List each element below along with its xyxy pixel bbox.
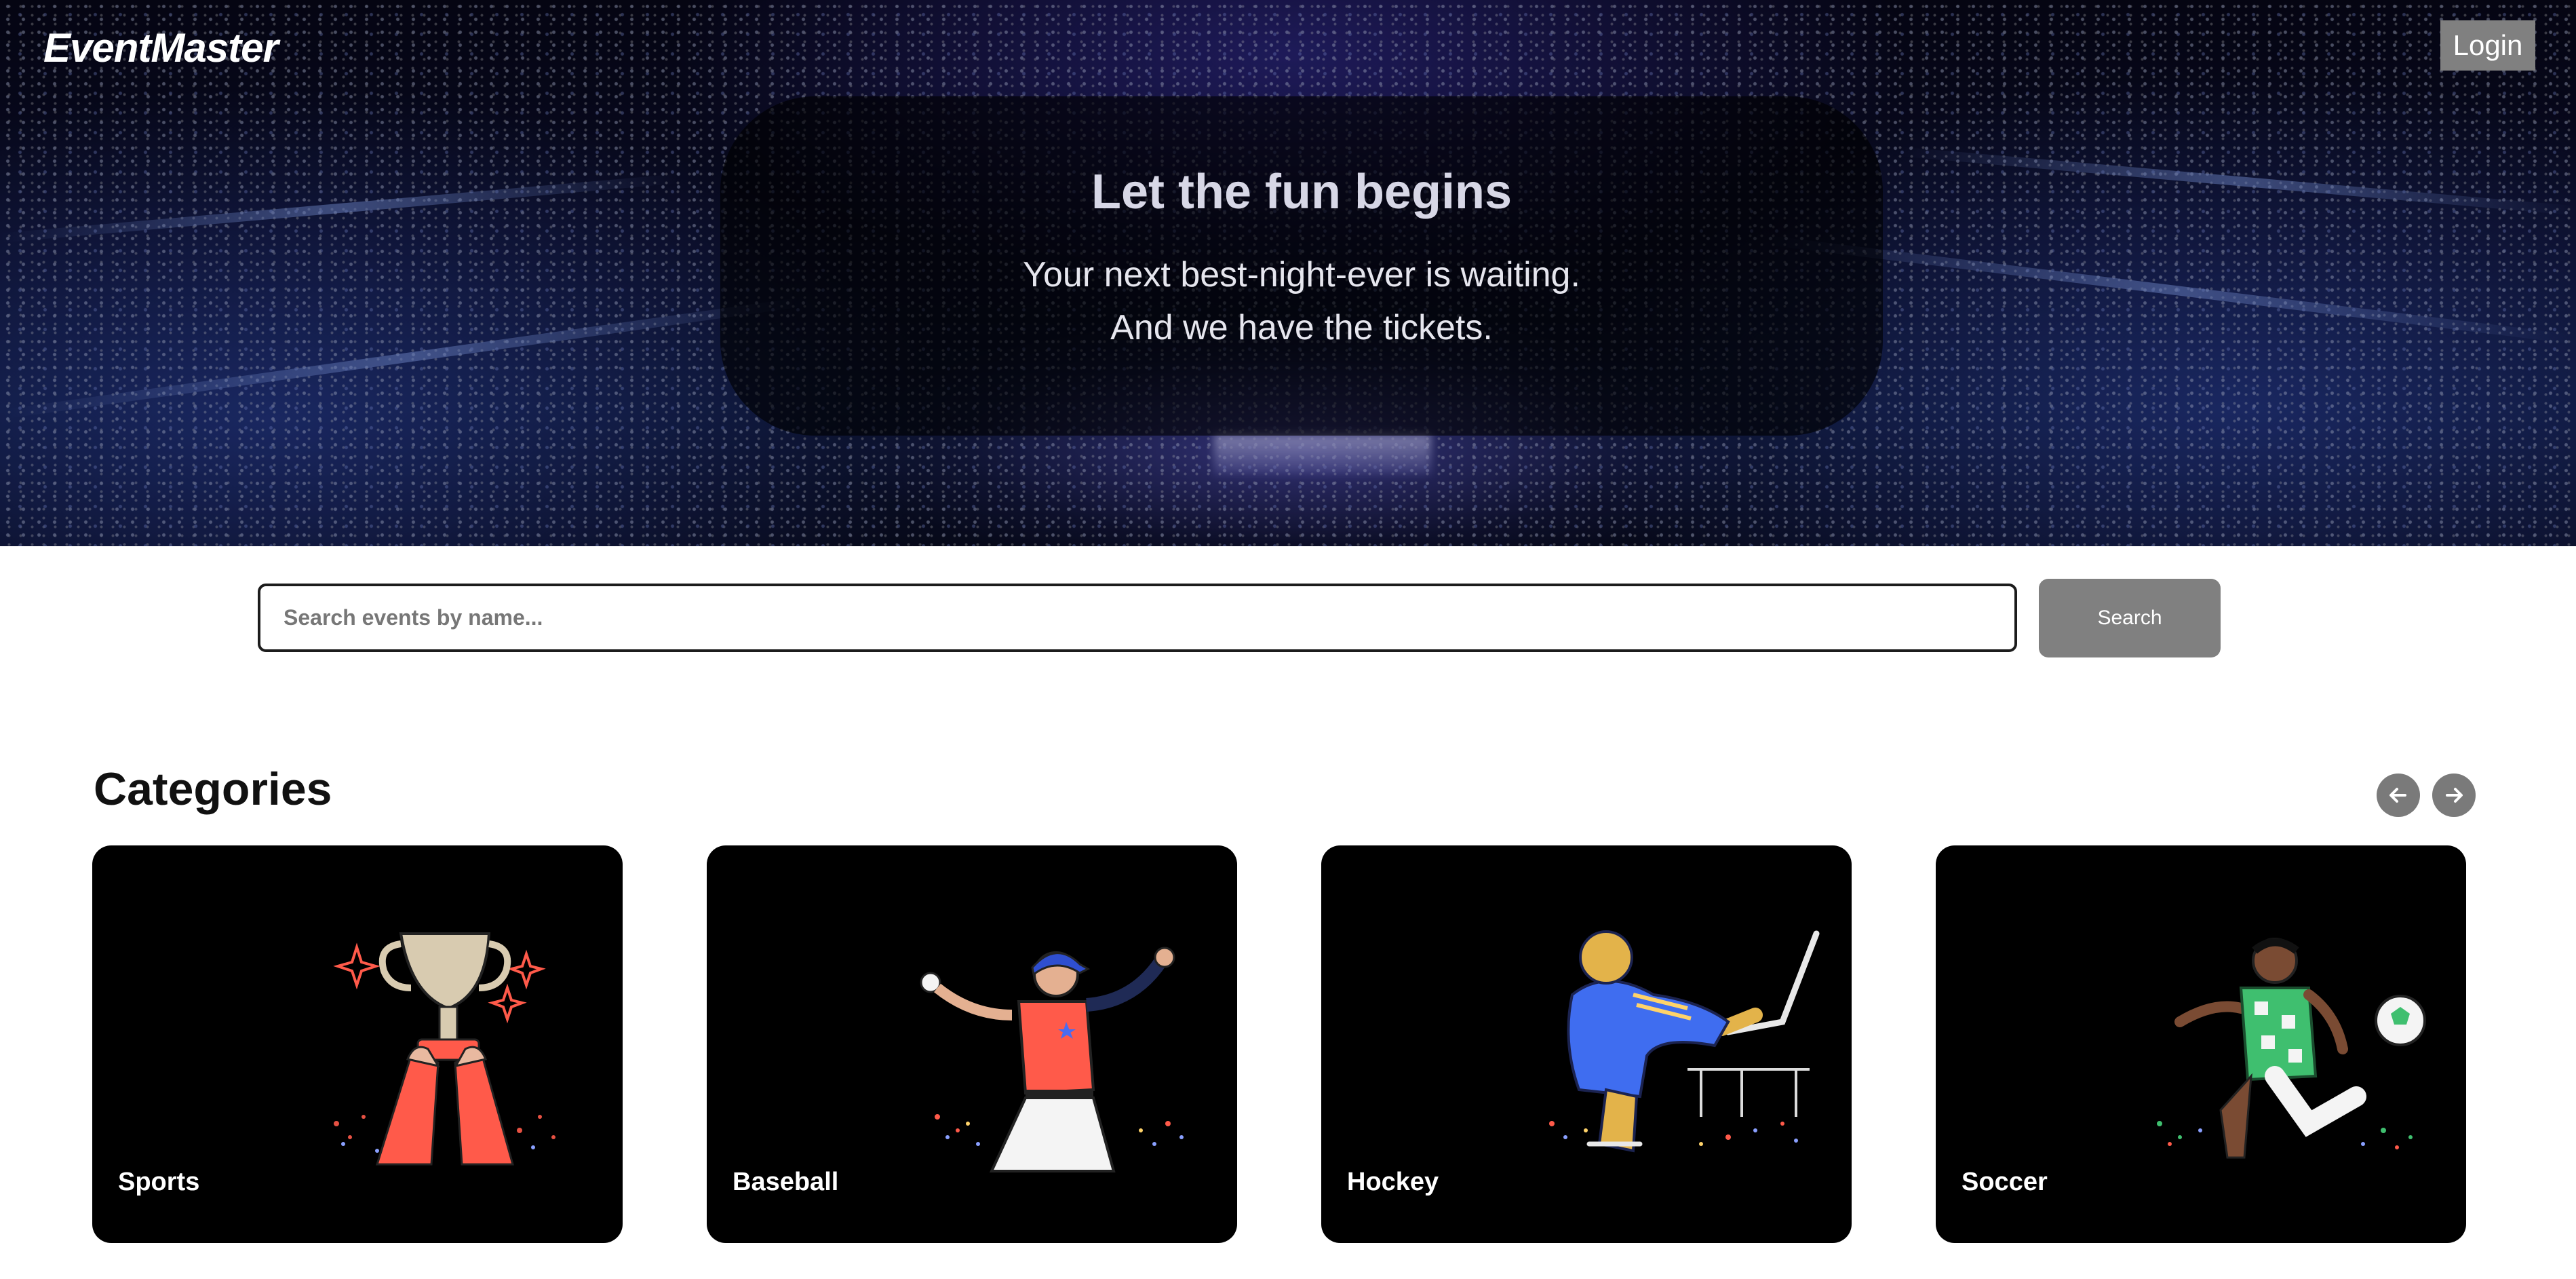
categories-prev-button[interactable] [2377, 774, 2420, 817]
hero-subtitle-line1: Your next best-night-ever is waiting. [1023, 255, 1580, 294]
trophy-icon [333, 932, 555, 1166]
category-label: Baseball [733, 1168, 839, 1196]
hero-panel: Let the fun begins Your next best-night-… [720, 96, 1883, 436]
hero-banner: EventMaster Login Let the fun begins You… [0, 0, 2576, 546]
category-card-baseball[interactable]: Baseball [707, 845, 1237, 1243]
categories-title: Categories [94, 763, 332, 815]
arrow-left-icon [2389, 788, 2406, 803]
hero-subtitle: Your next best-night-ever is waiting. An… [1023, 248, 1580, 354]
hero-title: Let the fun begins [1091, 165, 1512, 219]
categories-next-button[interactable] [2432, 774, 2476, 817]
hockey-player-icon [1549, 930, 1820, 1153]
category-card-hockey[interactable]: Hockey [1321, 845, 1852, 1243]
soccer-player-icon [2157, 938, 2426, 1159]
login-button[interactable]: Login [2440, 20, 2535, 71]
search-input[interactable] [258, 584, 2017, 652]
category-label: Soccer [1962, 1168, 2048, 1196]
page: EventMaster Login Let the fun begins You… [0, 0, 2576, 1279]
category-label: Sports [118, 1168, 200, 1196]
hero-subtitle-line2: And we have the tickets. [1110, 308, 1493, 347]
baseball-pitcher-icon [920, 947, 1184, 1172]
brand-logo[interactable]: EventMaster [43, 24, 279, 71]
search-button[interactable]: Search [2039, 579, 2221, 657]
category-card-soccer[interactable]: Soccer [1936, 845, 2466, 1243]
category-card-sports[interactable]: Sports [92, 845, 623, 1243]
category-label: Hockey [1347, 1168, 1439, 1196]
arrow-right-icon [2446, 788, 2463, 803]
